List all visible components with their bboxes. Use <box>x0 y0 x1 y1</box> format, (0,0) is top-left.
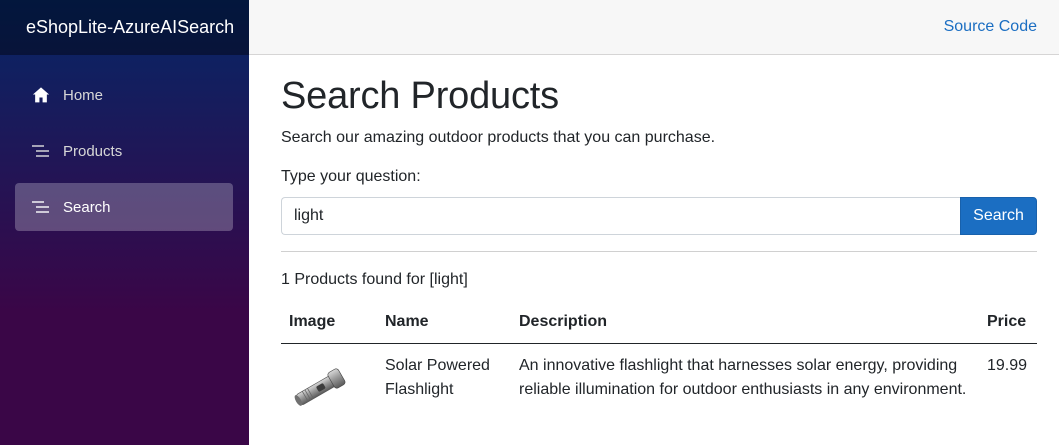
column-header-description: Description <box>511 313 979 344</box>
page-subtitle: Search our amazing outdoor products that… <box>281 129 716 146</box>
product-price: 19.99 <box>987 357 1028 374</box>
search-button[interactable]: Search <box>960 197 1037 235</box>
sidebar-item-label: Search <box>63 198 111 216</box>
list-icon <box>31 197 51 217</box>
sidebar-nav: Home Products Search <box>0 55 249 231</box>
product-image-cell <box>281 344 377 429</box>
main-content: Search Products Search our amazing outdo… <box>281 55 1037 428</box>
column-header-price: Price <box>979 313 1037 344</box>
column-header-image: Image <box>281 313 377 344</box>
question-label: Type your question: <box>281 168 421 185</box>
home-icon <box>31 85 51 105</box>
top-bar: Source Code <box>249 0 1059 55</box>
app-brand[interactable]: eShopLite-AzureAISearch <box>26 17 234 38</box>
source-code-link[interactable]: Source Code <box>944 18 1037 36</box>
brand-bar: eShopLite-AzureAISearch <box>0 0 249 55</box>
page-title: Search Products <box>281 75 559 117</box>
sidebar-item-label: Products <box>63 142 123 160</box>
product-description: An innovative flashlight that harnesses … <box>519 357 967 398</box>
table-header-row: Image Name Description Price <box>281 313 1037 344</box>
sidebar-item-label: Home <box>63 86 104 104</box>
sidebar-item-home[interactable]: Home <box>15 71 233 119</box>
table-row: Solar Powered Flashlight An innovative f… <box>281 344 1037 429</box>
flashlight-image <box>294 368 346 406</box>
divider <box>281 251 1037 252</box>
search-row: Search <box>281 197 1037 235</box>
sidebar: eShopLite-AzureAISearch Home Products Se… <box>0 0 249 445</box>
sidebar-item-products[interactable]: Products <box>15 127 233 175</box>
search-input[interactable] <box>281 197 960 235</box>
product-name: Solar Powered Flashlight <box>385 357 490 398</box>
sidebar-item-search[interactable]: Search <box>15 183 233 231</box>
results-count: 1 Products found for [light] <box>281 271 468 288</box>
column-header-name: Name <box>377 313 511 344</box>
products-table: Image Name Description Price Solar Power… <box>281 313 1037 428</box>
list-icon <box>31 141 51 161</box>
